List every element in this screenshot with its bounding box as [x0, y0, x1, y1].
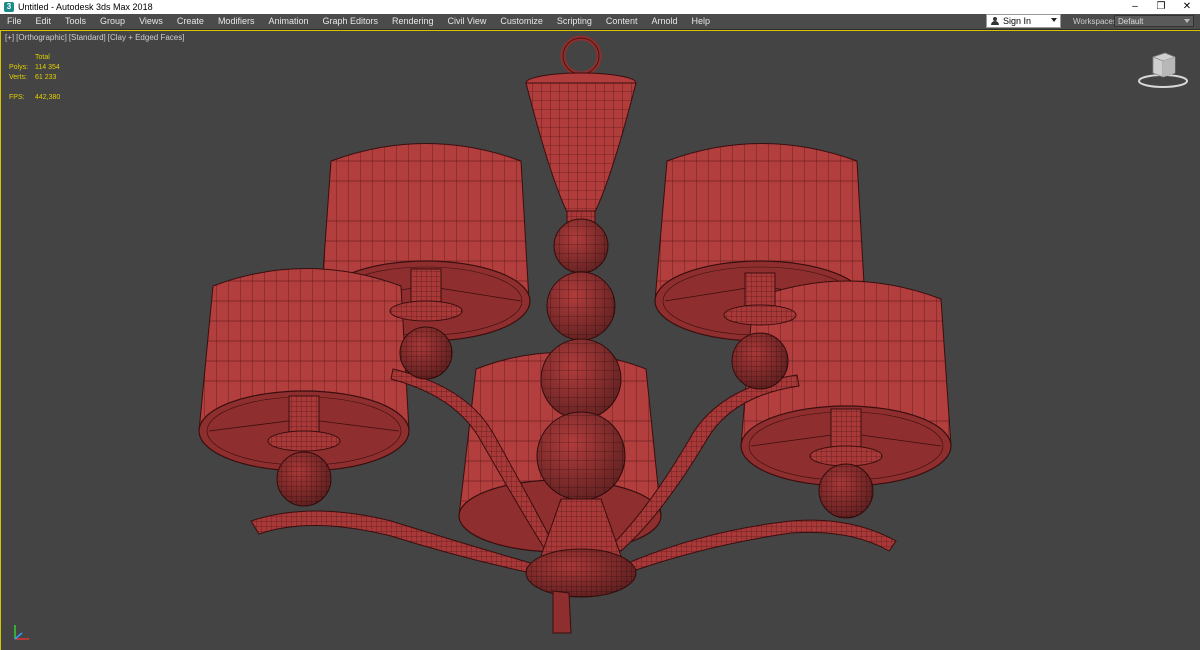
close-button[interactable]: ✕ [1174, 0, 1200, 14]
menu-item[interactable]: File [0, 14, 29, 29]
sign-in-dropdown[interactable]: Sign In [986, 14, 1061, 28]
viewport-label[interactable]: [Standard] [69, 33, 106, 42]
minimize-button[interactable]: – [1122, 0, 1148, 14]
3ds-max-icon: 3 [4, 2, 14, 12]
menu-item[interactable]: Arnold [644, 14, 684, 29]
window-controls: – ❐ ✕ [1122, 0, 1200, 14]
main-menu: File Edit Tools Group Views Create Modifiers An… [0, 14, 717, 29]
stats-polys-value: 114 354 [35, 64, 60, 71]
viewport-statistics: Total Polys: 114 354 Verts: 61 233 FPS: 442… [9, 53, 60, 103]
stats-verts-value: 61 233 [35, 74, 57, 81]
title-bar: 3 Untitled - Autodesk 3ds Max 2018 – ❐ ✕ [0, 0, 1200, 14]
stats-verts-label: Verts: [9, 74, 27, 81]
menu-item[interactable]: Animation [261, 14, 315, 29]
menu-item[interactable]: Civil View [441, 14, 494, 29]
viewport-label[interactable]: [Orthographic] [16, 33, 67, 42]
workspace-value: Default [1118, 17, 1144, 26]
menu-item[interactable]: Help [684, 14, 717, 29]
window-title: Untitled - Autodesk 3ds Max 2018 [18, 2, 153, 12]
menu-item[interactable]: Graph Editors [315, 14, 385, 29]
menu-item[interactable]: Tools [58, 14, 93, 29]
menu-item[interactable]: Customize [493, 14, 550, 29]
stats-fps-label: FPS: [9, 94, 25, 101]
viewport-label[interactable]: [+] [5, 33, 14, 42]
workspaces-select[interactable]: Default [1114, 15, 1194, 27]
user-icon [991, 17, 999, 25]
viewport-label-menu: [+] [Orthographic] [Standard] [Clay + Edged… [5, 33, 184, 42]
viewcube-icon[interactable] [1135, 49, 1191, 91]
stats-fps-value: 442,380 [35, 94, 61, 101]
perspective-viewport[interactable]: [+] [Orthographic] [Standard] [Clay + Edged… [0, 30, 1200, 650]
menu-item[interactable]: Modifiers [211, 14, 262, 29]
chevron-down-icon [1051, 18, 1057, 22]
menu-item[interactable]: Group [93, 14, 132, 29]
restore-button[interactable]: ❐ [1148, 0, 1174, 14]
sign-in-label: Sign In [1003, 16, 1032, 26]
menu-item[interactable]: Views [132, 14, 170, 29]
menu-item[interactable]: Rendering [385, 14, 441, 29]
workspaces-label: Workspaces: [1073, 17, 1120, 26]
menu-item[interactable]: Content [599, 14, 645, 29]
menu-item[interactable]: Create [170, 14, 211, 29]
stats-polys-label: Polys: [9, 64, 29, 71]
menu-item[interactable]: Scripting [550, 14, 599, 29]
chandelier-model[interactable] [1, 31, 1199, 650]
viewport-label[interactable]: [Clay + Edged Faces] [108, 33, 185, 42]
menu-item[interactable]: Edit [29, 14, 59, 29]
axis-tripod-icon [14, 625, 29, 640]
stats-total-label: Total [35, 54, 50, 61]
chevron-down-icon [1184, 19, 1190, 23]
